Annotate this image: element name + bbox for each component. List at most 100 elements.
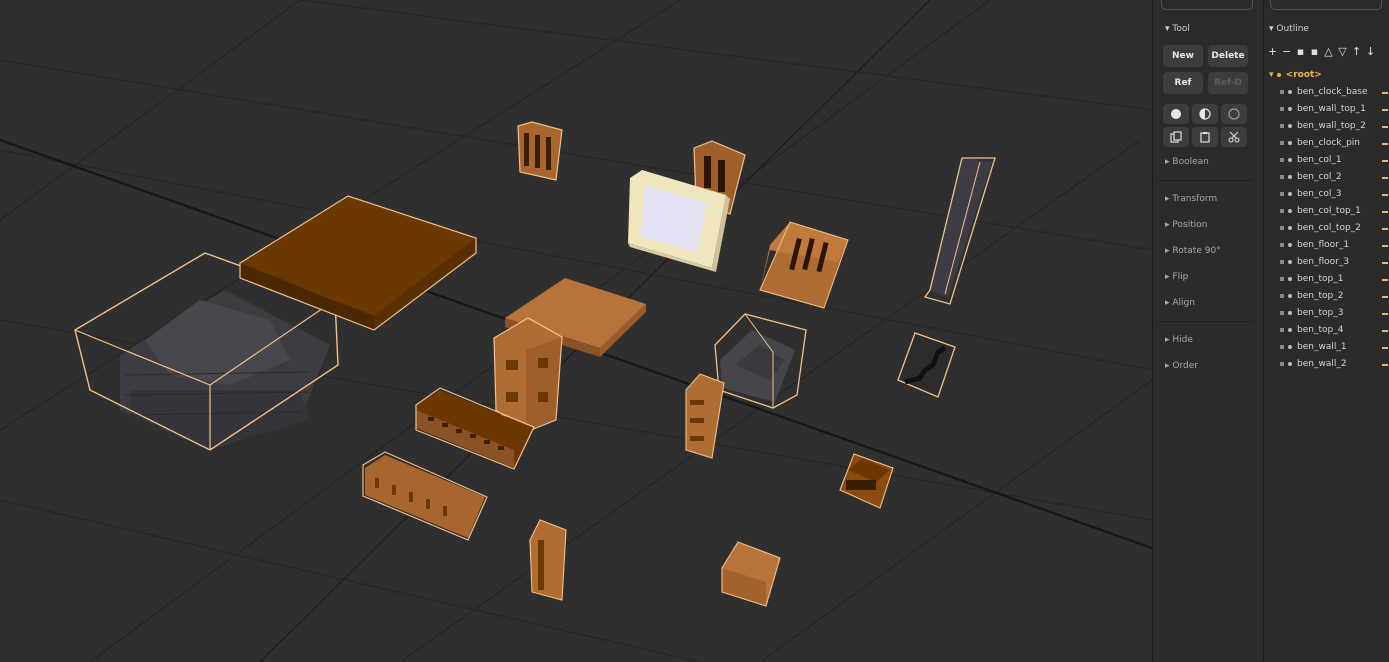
section-hide[interactable]: ▸ Hide	[1165, 335, 1193, 345]
section-transform[interactable]: ▸ Transform	[1165, 194, 1217, 204]
color-swatch[interactable]	[1382, 245, 1388, 247]
color-swatch[interactable]	[1382, 296, 1388, 298]
tool-panel-header[interactable]: ▾ Tool	[1165, 24, 1190, 34]
visibility-dot-icon[interactable]	[1288, 157, 1292, 162]
visibility-dot-icon[interactable]	[1288, 106, 1292, 111]
outline-root[interactable]: ▾ <root>	[1269, 70, 1322, 80]
visibility-dot-icon[interactable]	[1288, 259, 1292, 264]
ref-d-button[interactable]: Ref-D	[1208, 72, 1248, 94]
color-swatch[interactable]	[1382, 143, 1388, 145]
outline-item[interactable]: ben_wall_2	[1280, 359, 1347, 369]
visibility-dot-icon[interactable]	[1288, 140, 1292, 145]
color-swatch[interactable]	[1382, 330, 1388, 332]
color-swatch[interactable]	[1382, 160, 1388, 162]
visibility-dot-icon[interactable]	[1288, 89, 1292, 94]
section-boolean[interactable]: ▸ Boolean	[1165, 157, 1209, 167]
scene-canvas[interactable]	[0, 0, 1152, 662]
outline-item[interactable]: ben_floor_1	[1280, 240, 1349, 250]
outline-item[interactable]: ben_wall_top_2	[1280, 121, 1366, 131]
half-sphere-icon[interactable]	[1192, 104, 1218, 124]
outline-item[interactable]: ben_floor_3	[1280, 257, 1349, 267]
add-node-icon[interactable]: +	[1268, 45, 1277, 58]
column-top-piece[interactable]	[517, 121, 563, 181]
link-node-icon[interactable]: ▪︎	[1296, 45, 1305, 58]
visibility-dot-icon[interactable]	[1288, 123, 1292, 128]
ref-button[interactable]: Ref	[1163, 72, 1203, 94]
unlink-node-icon[interactable]: ▪︎	[1310, 45, 1319, 58]
stone-stair-block[interactable]	[714, 313, 807, 409]
color-swatch[interactable]	[1382, 279, 1388, 281]
visibility-dot-icon[interactable]	[1276, 72, 1281, 77]
top-cube[interactable]	[839, 453, 894, 509]
tall-pillar[interactable]	[923, 157, 996, 305]
outline-item-label: ben_col_2	[1297, 172, 1342, 182]
outline-item[interactable]: ben_top_2	[1280, 291, 1343, 301]
outline-item[interactable]: ben_top_1	[1280, 274, 1343, 284]
new-button[interactable]: New	[1163, 45, 1203, 67]
visibility-dot-icon[interactable]	[1288, 208, 1292, 213]
visibility-dot-icon[interactable]	[1288, 174, 1292, 179]
move-up-icon[interactable]: ↑	[1352, 45, 1361, 58]
visibility-dot-icon[interactable]	[1288, 191, 1292, 196]
color-swatch[interactable]	[1382, 109, 1388, 111]
outline-item[interactable]: ben_col_3	[1280, 189, 1342, 199]
outline-item[interactable]: ben_wall_top_1	[1280, 104, 1366, 114]
column-block[interactable]	[759, 221, 849, 309]
move-down-icon[interactable]: ↓	[1366, 45, 1375, 58]
delete-button[interactable]: Delete	[1208, 45, 1248, 67]
outline-item[interactable]: ben_clock_base	[1280, 87, 1368, 97]
color-swatch[interactable]	[1382, 228, 1388, 230]
panel-top-tab[interactable]	[1161, 0, 1253, 10]
outline-panel-header[interactable]: ▾ Outline	[1269, 24, 1309, 34]
wall-beam-2[interactable]	[362, 451, 488, 541]
outline-top-tab[interactable]	[1270, 0, 1382, 10]
viewport-3d[interactable]	[0, 0, 1152, 662]
color-swatch[interactable]	[1382, 313, 1388, 315]
outline-item[interactable]: ben_top_3	[1280, 308, 1343, 318]
floor-column[interactable]	[529, 519, 567, 601]
color-swatch[interactable]	[1382, 177, 1388, 179]
visibility-dot-icon[interactable]	[1288, 242, 1292, 247]
visibility-dot-icon[interactable]	[1288, 276, 1292, 281]
stair-frame[interactable]	[897, 332, 956, 398]
visibility-dot-icon[interactable]	[1288, 225, 1292, 230]
visibility-dot-icon[interactable]	[1288, 361, 1292, 366]
visibility-dot-icon[interactable]	[1288, 344, 1292, 349]
section-align[interactable]: ▸ Align	[1165, 298, 1195, 308]
outline-item[interactable]: ben_wall_1	[1280, 342, 1347, 352]
copy-icon[interactable]	[1163, 127, 1189, 147]
outline-item[interactable]: ben_col_1	[1280, 155, 1342, 165]
color-swatch[interactable]	[1382, 364, 1388, 366]
outline-item-label: ben_floor_3	[1297, 257, 1350, 267]
outline-item[interactable]: ben_col_top_1	[1280, 206, 1361, 216]
visibility-dot-icon[interactable]	[1288, 327, 1292, 332]
collapse-all-icon[interactable]: ▽	[1338, 45, 1347, 58]
section-flip[interactable]: ▸ Flip	[1165, 272, 1188, 282]
scissors-icon[interactable]	[1221, 127, 1247, 147]
outline-item[interactable]: ben_top_4	[1280, 325, 1343, 335]
section-order[interactable]: ▸ Order	[1165, 361, 1198, 371]
root-label: <root>	[1285, 70, 1322, 80]
color-swatch[interactable]	[1382, 211, 1388, 213]
section-rotate-90[interactable]: ▸ Rotate 90°	[1165, 246, 1221, 256]
solid-sphere-icon[interactable]	[1163, 104, 1189, 124]
color-swatch[interactable]	[1382, 262, 1388, 264]
expand-all-icon[interactable]: △	[1324, 45, 1333, 58]
outline-item[interactable]: ben_clock_pin	[1280, 138, 1360, 148]
outline-item[interactable]: ben_col_2	[1280, 172, 1342, 182]
outline-panel: ▾ Outline + − ▪︎ ▪︎ △ ▽ ↑ ↓ ▾ <root> ben…	[1263, 0, 1389, 662]
clock-pin-cube[interactable]	[721, 541, 781, 607]
dark-wood-slab[interactable]	[239, 195, 477, 331]
visibility-dot-icon[interactable]	[1288, 293, 1292, 298]
visibility-dot-icon[interactable]	[1288, 310, 1292, 315]
section-position[interactable]: ▸ Position	[1165, 220, 1207, 230]
paste-icon[interactable]	[1192, 127, 1218, 147]
outline-item[interactable]: ben_col_top_2	[1280, 223, 1361, 233]
color-swatch[interactable]	[1382, 347, 1388, 349]
color-swatch[interactable]	[1382, 194, 1388, 196]
node-icon	[1280, 361, 1284, 366]
color-swatch[interactable]	[1382, 92, 1388, 94]
color-swatch[interactable]	[1382, 126, 1388, 128]
hollow-sphere-icon[interactable]	[1221, 104, 1247, 124]
remove-node-icon[interactable]: −	[1282, 45, 1291, 58]
